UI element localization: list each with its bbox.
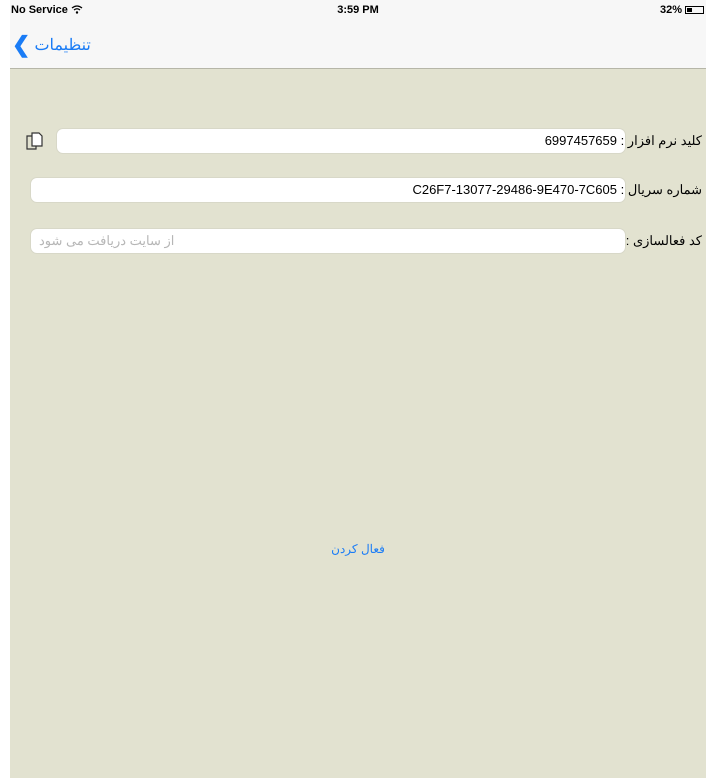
status-bar: No Service 3:59 PM 32% (10, 0, 706, 24)
activation-label: کد فعالسازی : (625, 233, 702, 248)
status-time: 3:59 PM (337, 4, 379, 16)
battery-percent: 32% (659, 4, 682, 16)
software-key-field[interactable]: 6997457659 (56, 128, 626, 154)
battery-icon (685, 6, 704, 14)
copy-icon[interactable] (25, 131, 45, 151)
back-button-label: تنظیمات (34, 37, 91, 54)
activate-button[interactable]: فعال کردن (331, 542, 385, 556)
activate-button-container: فعال کردن (10, 540, 706, 558)
serial-label: شماره سریال : (620, 182, 702, 197)
back-button[interactable]: ❮ تنظیمات (12, 32, 91, 57)
app-screen: No Service 3:59 PM 32% ❮ تنظیمات 6997457… (10, 0, 706, 778)
status-battery-group: 32% (660, 4, 704, 16)
navigation-bar: ❮ تنظیمات (10, 24, 706, 69)
software-key-row: 6997457659 کلید نرم افزار : (10, 128, 706, 158)
software-key-label: کلید نرم افزار : (620, 133, 702, 148)
activation-code-input[interactable]: از سایت دریافت می شود (30, 228, 626, 254)
activation-row: از سایت دریافت می شود کد فعالسازی : (10, 228, 706, 258)
serial-field[interactable]: C26F7-13077-29486-9E470-7C605 (30, 177, 626, 203)
chevron-left-icon: ❮ (12, 32, 31, 57)
serial-row: C26F7-13077-29486-9E470-7C605 شماره سریا… (10, 177, 706, 207)
